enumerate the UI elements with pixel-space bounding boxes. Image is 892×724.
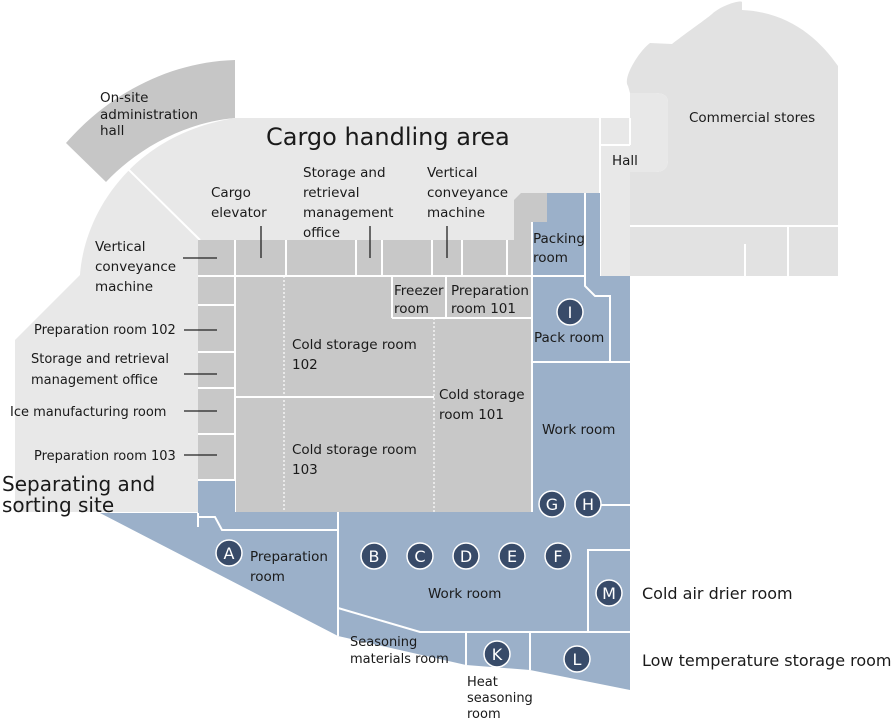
marker-letter: H [582,495,594,514]
floor-plan: On-site administration hall Cargo handling… [0,1,892,722]
marker-letter: L [573,650,582,669]
marker-d[interactable]: D [452,542,480,570]
cold-air-drier-label: Cold air drier room [642,584,793,603]
marker-a[interactable]: A [215,539,243,567]
marker-e[interactable]: E [498,542,526,570]
marker-letter: G [546,495,558,514]
work-room-right-label: Work room [542,422,615,438]
marker-letter: F [553,547,562,566]
marker-i[interactable]: I [556,298,584,326]
prep103-label: Preparation room 103 [34,449,176,464]
marker-letter: B [369,547,380,566]
marker-f[interactable]: F [544,542,572,570]
marker-h[interactable]: H [574,490,602,518]
marker-letter: C [414,547,425,566]
marker-letter: M [602,584,616,603]
cargo-area-label: Cargo handling area [266,123,510,151]
ice-room-label: Ice manufacturing room [10,405,166,420]
marker-m[interactable]: M [595,579,623,607]
marker-letter: A [224,544,235,563]
prep102-label: Preparation room 102 [34,323,176,338]
heat-seasoning-label: Heat seasoning room [467,675,533,722]
marker-b[interactable]: B [360,542,388,570]
hall-label: Hall [612,153,638,169]
marker-k[interactable]: K [483,640,511,668]
commercial-stores-label: Commercial stores [689,110,815,126]
marker-l[interactable]: L [563,645,591,673]
pack-room-label: Pack room [534,330,604,346]
marker-g[interactable]: G [538,490,566,518]
low-temp-storage-label: Low temperature storage room [642,651,892,670]
marker-letter: I [568,303,573,322]
work-room-main-label: Work room [428,586,501,602]
marker-c[interactable]: C [406,542,434,570]
marker-letter: K [492,645,503,664]
marker-letter: E [507,547,517,566]
marker-letter: D [460,547,472,566]
